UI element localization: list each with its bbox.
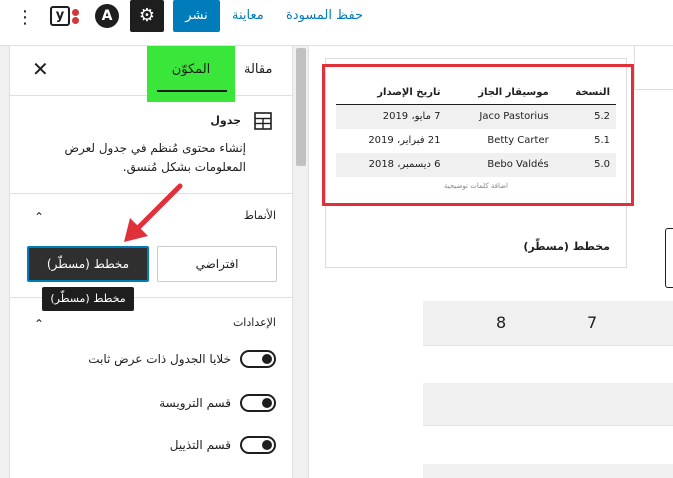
content-table-cell[interactable]: 7 <box>587 301 597 345</box>
settings-panel: الإعدادات ⌃ خلايا الجدول ذات عرض ثابت قس… <box>10 298 292 478</box>
sidebar-edge <box>0 46 10 478</box>
grid-divider <box>423 345 673 346</box>
style-stripes-button[interactable]: مخطط (مسطّر) <box>27 246 149 282</box>
settings-sidebar: ✕ المكوّن مقالة جدول إنشاء محتوى مُنظم ف… <box>0 46 293 478</box>
tab-block[interactable]: المكوّن <box>147 46 235 102</box>
style-preview-label: مخطط (مسطّر) <box>523 240 610 253</box>
toggle-label: قسم التذييل <box>169 438 231 452</box>
footer-section-toggle[interactable] <box>240 436 276 454</box>
table-header-cell: موسيقار الجاز <box>446 82 555 105</box>
chevron-up-icon[interactable]: ⌃ <box>34 317 44 331</box>
tab-block-label: المكوّن <box>171 62 211 77</box>
canvas-edge <box>634 46 673 90</box>
table-cell: 7 مايو، 2019 <box>336 104 447 129</box>
save-draft-button[interactable]: حفظ المسودة <box>286 8 363 24</box>
block-card: جدول إنشاء محتوى مُنظم في جدول لعرض المع… <box>10 102 292 194</box>
yoast-letter: y <box>50 6 70 26</box>
table-cell: 5.2 <box>554 104 616 129</box>
table-row: 5.2 Jaco Pastorius 7 مايو، 2019 <box>336 104 616 129</box>
block-description: إنشاء محتوى مُنظم في جدول لعرض المعلومات… <box>64 141 246 174</box>
yoast-seo-icon[interactable]: y <box>50 6 82 28</box>
content-table-cell[interactable]: 8 <box>496 301 506 345</box>
table-header-cell: تاريخ الإصدار <box>336 82 447 105</box>
table-row: 5.0 Bebo Valdés 6 ديسمبر، 2018 <box>336 153 616 177</box>
astra-icon[interactable]: A <box>95 4 119 28</box>
more-options-icon[interactable]: ⋮ <box>16 8 34 28</box>
settings-gear-button[interactable]: ⚙ <box>130 0 164 32</box>
block-title: جدول <box>210 114 241 127</box>
table-cell: Bebo Valdés <box>446 153 555 177</box>
sidebar-scrollbar[interactable] <box>293 46 309 478</box>
content-table-row[interactable]: 8 7 <box>423 301 673 345</box>
style-tooltip: مخطط (مسطّر) <box>42 287 134 311</box>
fixed-width-toggle[interactable] <box>240 350 276 368</box>
editor-canvas: مخطط (مسطّر) النسخة موسيقار الجاز تاريخ … <box>310 46 673 478</box>
chevron-up-icon[interactable]: ⌃ <box>34 210 44 224</box>
table-cell: 21 فبراير، 2019 <box>368 135 441 146</box>
close-icon[interactable]: ✕ <box>32 58 49 80</box>
header-section-toggle[interactable] <box>240 394 276 412</box>
table-header-row: النسخة موسيقار الجاز تاريخ الإصدار <box>336 82 616 105</box>
styles-panel-title[interactable]: الأنماط <box>244 209 276 223</box>
toggle-header-section: قسم الترويسة <box>10 392 292 414</box>
tab-post[interactable]: مقالة <box>244 62 272 78</box>
toggle-footer-section: قسم التذييل <box>10 434 292 456</box>
table-cell: Jaco Pastorius <box>446 104 555 129</box>
table-cell: Betty Carter <box>487 135 549 146</box>
toggle-label: خلايا الجدول ذات عرض ثابت <box>88 352 231 366</box>
settings-panel-title[interactable]: الإعدادات <box>233 316 276 330</box>
table-cell: 6 ديسمبر، 2018 <box>336 153 447 177</box>
yoast-dot-icon <box>72 17 79 24</box>
scrollbar-thumb[interactable] <box>296 48 306 166</box>
toggle-label: قسم الترويسة <box>159 396 231 410</box>
table-header-cell: النسخة <box>554 82 616 105</box>
table-caption: اضافة كلمات توضيحية <box>444 182 508 190</box>
table-row: 5.1 Betty Carter 21 فبراير، 2019 <box>336 129 616 153</box>
table-icon <box>254 112 272 130</box>
preview-button[interactable]: معاينة <box>232 8 264 24</box>
canvas-block-edge <box>665 228 673 288</box>
content-table-row[interactable] <box>423 464 673 478</box>
toggle-fixed-width: خلايا الجدول ذات عرض ثابت <box>10 348 292 370</box>
table-cell: 5.0 <box>554 153 616 177</box>
top-toolbar: ⋮ y A ⚙ نشر معاينة حفظ المسودة <box>0 0 673 46</box>
preview-table: النسخة موسيقار الجاز تاريخ الإصدار 5.2 J… <box>336 82 616 177</box>
content-table-row[interactable] <box>423 383 673 425</box>
publish-button[interactable]: نشر <box>173 0 220 32</box>
styles-panel: الأنماط ⌃ افتراضي مخطط (مسطّر) <box>10 194 292 298</box>
yoast-dot-icon <box>72 9 79 16</box>
sidebar-tabs: ✕ المكوّن مقالة <box>10 46 292 102</box>
grid-divider <box>423 425 673 426</box>
active-tab-indicator <box>157 90 227 92</box>
table-cell: 5.1 <box>594 135 610 146</box>
style-default-button[interactable]: افتراضي <box>157 246 277 282</box>
